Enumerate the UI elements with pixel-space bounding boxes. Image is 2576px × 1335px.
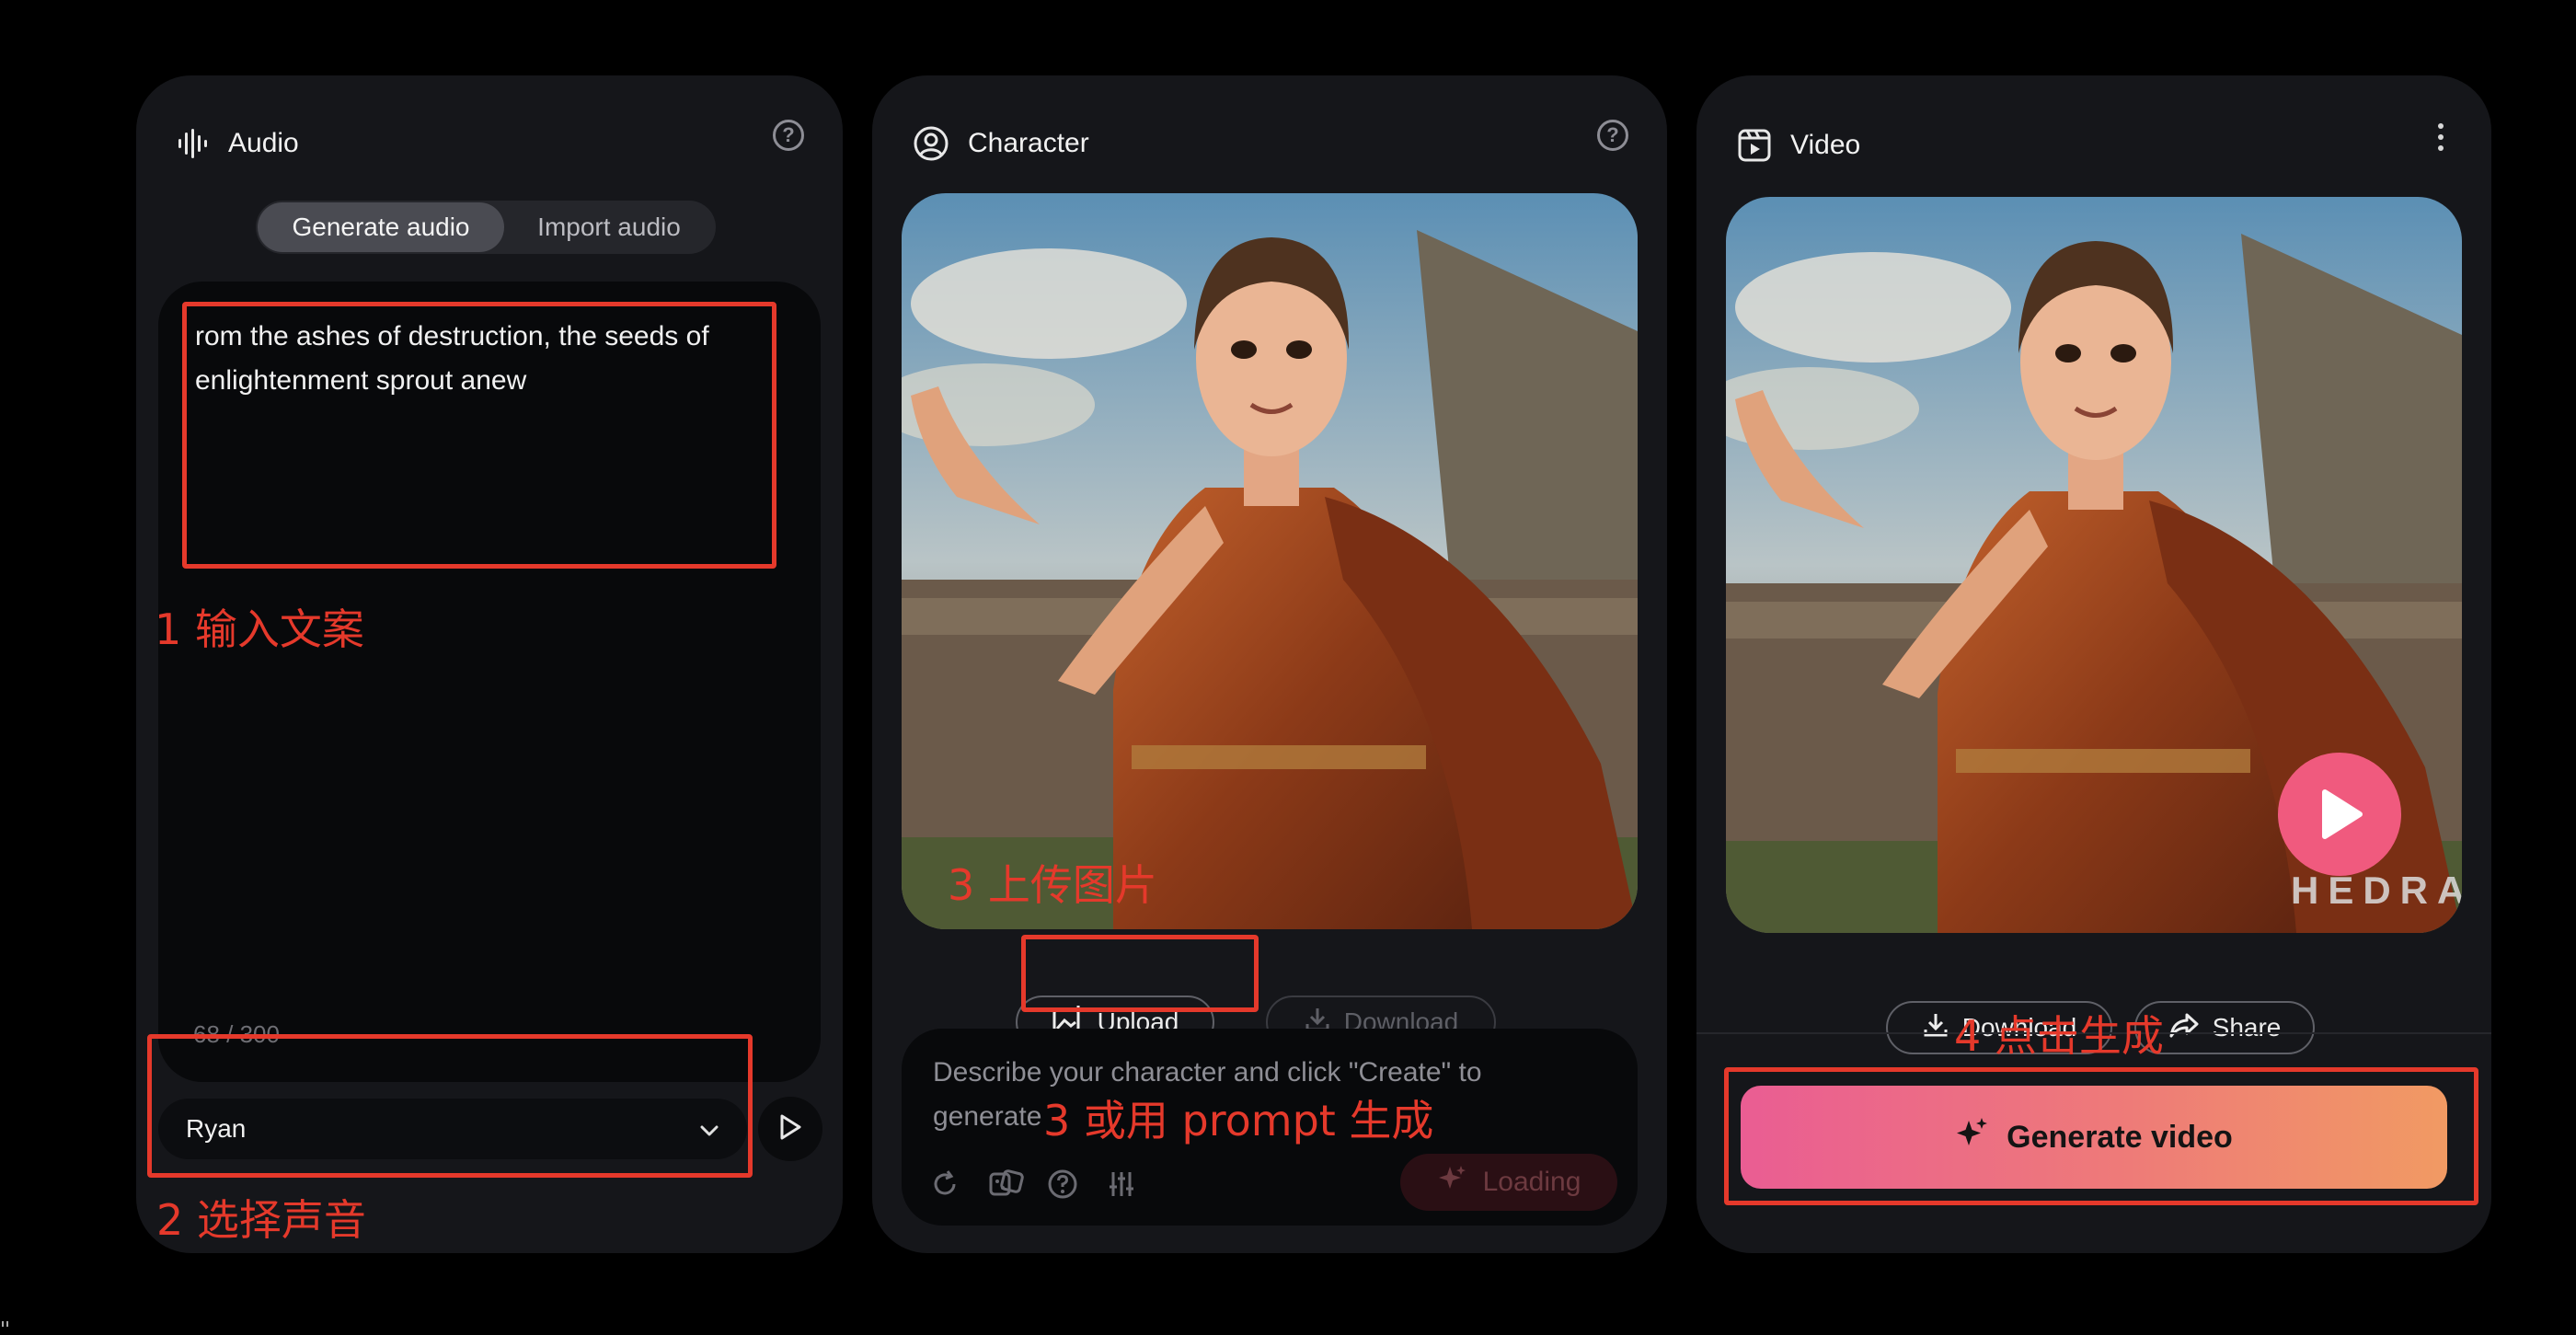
- annotation-box-upload: [1021, 935, 1259, 1012]
- tab-generate-audio[interactable]: Generate audio: [258, 202, 504, 252]
- dice-icon[interactable]: [988, 1168, 1024, 1200]
- help-icon[interactable]: ?: [1597, 120, 1628, 151]
- prompt-toolbar: [929, 1168, 1137, 1200]
- video-panel-header: Video: [1737, 118, 1860, 173]
- help-icon[interactable]: ?: [773, 120, 804, 151]
- refresh-icon[interactable]: [929, 1168, 960, 1200]
- hedra-watermark: HEDRA: [2291, 869, 2462, 912]
- audio-panel-title: Audio: [228, 128, 299, 158]
- loading-label: Loading: [1482, 1167, 1581, 1197]
- character-panel-header: Character: [913, 116, 1089, 171]
- sliders-icon[interactable]: [1106, 1168, 1137, 1200]
- annotation-step4: 4 点击生成: [1954, 1011, 2164, 1061]
- help-circle-icon[interactable]: [1047, 1168, 1078, 1200]
- share-label: Share: [2212, 1013, 2282, 1042]
- play-icon[interactable]: [2278, 753, 2401, 876]
- sparkle-icon: [1437, 1163, 1468, 1202]
- waveform-icon: [177, 129, 210, 158]
- loading-button[interactable]: Loading: [1400, 1154, 1617, 1211]
- annotation-box-voice-select: [147, 1034, 753, 1178]
- annotation-box-text-input: [182, 302, 776, 569]
- voice-preview-button[interactable]: [758, 1097, 822, 1161]
- play-icon: [777, 1113, 803, 1145]
- audio-panel-header: Audio: [177, 116, 299, 171]
- annotation-step2: 2 选择声音: [156, 1195, 366, 1245]
- download-icon: [1922, 1011, 1949, 1045]
- character-image: [902, 193, 1638, 929]
- annotation-step3b: 3 或用 prompt 生成: [1043, 1096, 1434, 1145]
- user-circle-icon: [913, 125, 949, 162]
- tab-import-audio[interactable]: Import audio: [504, 202, 714, 252]
- corner-marker: [2, 1318, 9, 1330]
- annotation-step3a: 3 上传图片: [948, 860, 1157, 910]
- character-panel: Character ? Upload Download Describe you…: [872, 75, 1667, 1253]
- annotation-box-generate: [1724, 1067, 2478, 1205]
- more-options-icon[interactable]: [2438, 123, 2445, 151]
- character-panel-title: Character: [968, 128, 1089, 158]
- video-icon: [1737, 128, 1772, 163]
- share-icon: [2168, 1011, 2200, 1045]
- video-preview[interactable]: HEDRA: [1726, 197, 2462, 933]
- video-panel-title: Video: [1790, 130, 1861, 160]
- audio-mode-tabs: Generate audio Import audio: [256, 201, 716, 254]
- annotation-step1: 1 输入文案: [155, 604, 364, 654]
